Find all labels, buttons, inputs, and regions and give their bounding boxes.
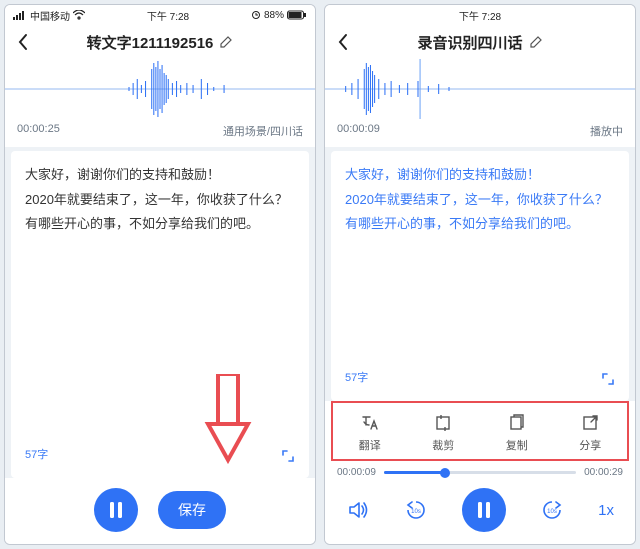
bottom-bar: 保存 <box>5 478 315 544</box>
edit-icon[interactable] <box>529 35 543 49</box>
phone-right: 下午 7:28 录音识别四川话 00:00:09 播放中 <box>324 4 636 545</box>
copy-icon <box>507 413 527 433</box>
transcript-text[interactable]: 大家好，谢谢你们的支持和鼓励！ 2020年就要结束了，这一年，你收获了什么？有哪… <box>25 163 295 441</box>
transcript-card: 大家好，谢谢你们的支持和鼓励！ 2020年就要结束了，这一年，你收获了什么？有哪… <box>11 151 309 478</box>
waveform[interactable] <box>325 59 635 119</box>
page-title: 转文字1211192516 <box>87 32 214 53</box>
elapsed-time: 00:00:25 <box>17 123 60 139</box>
info-row: 00:00:25 通用场景/四川话 <box>5 119 315 147</box>
carrier-label: 中国移动 <box>30 8 70 23</box>
chevron-left-icon <box>337 33 349 51</box>
page-title: 录音识别四川话 <box>417 32 522 53</box>
expand-icon[interactable] <box>601 372 615 386</box>
scene-dialect-label[interactable]: 通用场景/四川话 <box>223 123 303 139</box>
edit-icon[interactable] <box>219 35 233 49</box>
chevron-left-icon <box>17 33 29 51</box>
svg-text:10s: 10s <box>411 509 421 515</box>
translate-icon <box>360 413 380 433</box>
toolbox: 翻译 裁剪 复制 分享 <box>331 401 629 461</box>
battery-icon <box>287 10 307 20</box>
pause-button[interactable] <box>94 488 138 532</box>
progress-total: 00:00:29 <box>584 467 623 478</box>
clock-label: 下午 7:28 <box>147 8 189 23</box>
playback-rate-button[interactable]: 1x <box>598 502 614 519</box>
transcript-text[interactable]: 大家好，谢谢你们的支持和鼓励！ 2020年就要结束了，这一年，你收获了什么？有哪… <box>345 163 615 364</box>
alarm-icon <box>251 10 261 20</box>
back-button[interactable] <box>333 32 353 52</box>
skip-forward-icon: 10s <box>540 498 564 522</box>
back-button[interactable] <box>13 32 33 52</box>
content-area: 大家好，谢谢你们的支持和鼓励！ 2020年就要结束了，这一年，你收获了什么？有哪… <box>5 147 315 478</box>
save-label: 保存 <box>178 500 206 520</box>
save-button[interactable]: 保存 <box>158 491 226 529</box>
pause-button[interactable] <box>462 488 506 532</box>
skip-back-icon: 10s <box>404 498 428 522</box>
progress-current: 00:00:09 <box>337 467 376 478</box>
tool-trim[interactable]: 裁剪 <box>407 413 481 453</box>
playback-rate-label: 1x <box>598 502 614 519</box>
tool-share[interactable]: 分享 <box>554 413 628 453</box>
signal-icon <box>13 10 27 20</box>
volume-button[interactable] <box>346 498 370 522</box>
progress-slider[interactable] <box>384 471 576 474</box>
char-count-badge: 57字 <box>345 368 368 389</box>
elapsed-time: 00:00:09 <box>337 123 380 139</box>
pause-icon <box>476 501 492 519</box>
battery-label: 88% <box>264 10 284 21</box>
nav-bar: 转文字1211192516 <box>5 25 315 59</box>
skip-back-button[interactable]: 10s <box>404 498 428 522</box>
transcript-card: 大家好，谢谢你们的支持和鼓励！ 2020年就要结束了，这一年，你收获了什么？有哪… <box>331 151 629 401</box>
tool-label: 分享 <box>579 437 601 453</box>
wifi-icon <box>73 10 85 20</box>
tool-copy[interactable]: 复制 <box>480 413 554 453</box>
char-count-badge: 57字 <box>25 445 48 466</box>
share-icon <box>580 413 600 433</box>
skip-forward-button[interactable]: 10s <box>540 498 564 522</box>
phone-left: 中国移动 下午 7:28 88% 转文字1211192516 <box>4 4 316 545</box>
content-area: 大家好，谢谢你们的支持和鼓励！ 2020年就要结束了，这一年，你收获了什么？有哪… <box>325 147 635 401</box>
play-state-label: 播放中 <box>590 123 623 139</box>
tool-label: 裁剪 <box>432 437 454 453</box>
statusbar: 下午 7:28 <box>325 5 635 25</box>
pause-icon <box>108 501 124 519</box>
tool-label: 翻译 <box>359 437 381 453</box>
statusbar: 中国移动 下午 7:28 88% <box>5 5 315 25</box>
expand-icon[interactable] <box>281 449 295 463</box>
trim-icon <box>433 413 453 433</box>
clock-label: 下午 7:28 <box>459 8 501 23</box>
tool-label: 复制 <box>506 437 528 453</box>
svg-text:10s: 10s <box>547 509 557 515</box>
nav-bar: 录音识别四川话 <box>325 25 635 59</box>
progress-row: 00:00:09 00:00:29 <box>325 461 635 478</box>
volume-icon <box>346 498 370 522</box>
tool-translate[interactable]: 翻译 <box>333 413 407 453</box>
media-controls: 10s 10s 1x <box>325 478 635 544</box>
waveform[interactable] <box>5 59 315 119</box>
info-row: 00:00:09 播放中 <box>325 119 635 147</box>
